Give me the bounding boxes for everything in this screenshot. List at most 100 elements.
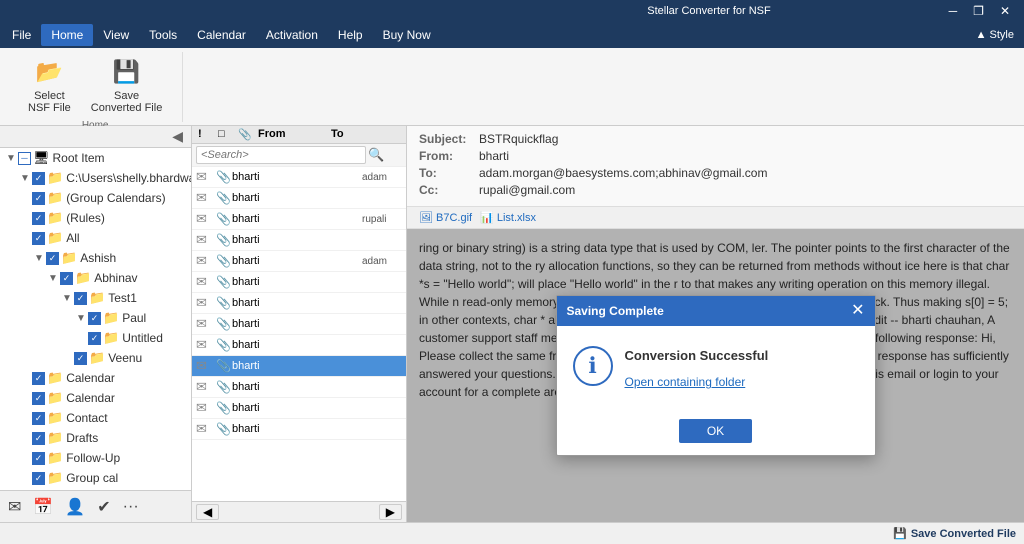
tree-item-followup[interactable]: ✓ 📁 Follow-Up bbox=[0, 448, 191, 468]
tree-item-group-calendars[interactable]: ✓ 📁 (Group Calendars) bbox=[0, 188, 191, 208]
message-search: 🔍 bbox=[192, 144, 406, 167]
open-folder-link[interactable]: Open containing folder bbox=[625, 375, 746, 389]
menu-calendar[interactable]: Calendar bbox=[187, 24, 256, 46]
folder-rules-icon: 📁 bbox=[47, 210, 63, 226]
tree-item-veenu[interactable]: ✓ 📁 Veenu bbox=[0, 348, 191, 368]
message-row[interactable]: ✉ 📎 bharti rupali bbox=[192, 209, 406, 230]
attach-icon: 📎 bbox=[216, 296, 232, 310]
tree-label-gc: (Group Calendars) bbox=[66, 191, 165, 205]
checkbox-veenu[interactable]: ✓ bbox=[74, 352, 87, 365]
message-row[interactable]: ✉ 📎 bharti bbox=[192, 293, 406, 314]
close-button[interactable]: ✕ bbox=[994, 0, 1016, 22]
subject-label: Subject: bbox=[419, 132, 479, 146]
tree-item-rules[interactable]: ✓ 📁 (Rules) bbox=[0, 208, 191, 228]
tree-item-path[interactable]: ▼ ✓ 📁 C:\Users\shelly.bhardwaj\Downl... bbox=[0, 168, 191, 188]
folder-tree[interactable]: ▼ ─ 🖥 Root Item ▼ ✓ 📁 C:\Users\shelly.bh… bbox=[0, 148, 191, 490]
checkbox-untitled[interactable]: ✓ bbox=[88, 332, 101, 345]
checkbox-abhinav[interactable]: ✓ bbox=[60, 272, 73, 285]
tree-item-paul[interactable]: ▼ ✓ 📁 Paul bbox=[0, 308, 191, 328]
style-button[interactable]: ▲ Style bbox=[968, 27, 1022, 43]
save-converted-file-button[interactable]: 💾 SaveConverted File bbox=[83, 52, 171, 118]
tree-item-ashish[interactable]: ▼ ✓ 📁 Ashish bbox=[0, 248, 191, 268]
tree-item-all[interactable]: ✓ 📁 All bbox=[0, 228, 191, 248]
search-input[interactable] bbox=[196, 146, 366, 164]
expand-paul: ▼ bbox=[74, 311, 88, 325]
calendar-nav-icon[interactable]: 📅 bbox=[31, 495, 55, 519]
message-row-selected[interactable]: ✉ 📎 bharti bbox=[192, 356, 406, 377]
checkbox-contact[interactable]: ✓ bbox=[32, 412, 45, 425]
scroll-left-button[interactable]: ◀ bbox=[196, 504, 219, 520]
dialog-close-button[interactable]: ✕ bbox=[851, 303, 864, 319]
checkbox-calendar2[interactable]: ✓ bbox=[32, 392, 45, 405]
checkbox-path[interactable]: ✓ bbox=[32, 172, 45, 185]
tree-item-root[interactable]: ▼ ─ 🖥 Root Item bbox=[0, 148, 191, 168]
message-row[interactable]: ✉ 📎 bharti bbox=[192, 377, 406, 398]
msg-from: bharti bbox=[232, 360, 362, 372]
msg-to: adam bbox=[362, 172, 402, 183]
dialog-ok-button[interactable]: OK bbox=[679, 419, 752, 443]
tree-toolbar: ◀ bbox=[0, 126, 191, 148]
tree-item-drafts[interactable]: ✓ 📁 Drafts bbox=[0, 428, 191, 448]
message-row[interactable]: ✉ 📎 bharti bbox=[192, 335, 406, 356]
folder-test1-icon: 📁 bbox=[89, 290, 105, 306]
tree-item-calendar1[interactable]: ✓ 📁 Calendar bbox=[0, 368, 191, 388]
mail-nav-icon[interactable]: ✉ bbox=[6, 495, 23, 519]
save-icon: 💾 bbox=[111, 56, 143, 88]
attach-icon: 📎 bbox=[216, 380, 232, 394]
message-row[interactable]: ✉ 📎 bharti bbox=[192, 398, 406, 419]
message-row[interactable]: ✉ 📎 bharti bbox=[192, 272, 406, 293]
checkbox-ashish[interactable]: ✓ bbox=[46, 252, 59, 265]
search-icon[interactable]: 🔍 bbox=[368, 147, 384, 163]
checkbox-gc[interactable]: ✓ bbox=[32, 192, 45, 205]
attach-icon: 📎 bbox=[216, 359, 232, 373]
menu-activation[interactable]: Activation bbox=[256, 24, 328, 46]
minimize-button[interactable]: ─ bbox=[943, 0, 964, 22]
select-nsf-file-button[interactable]: 📂 SelectNSF File bbox=[20, 52, 79, 118]
scroll-right-button[interactable]: ▶ bbox=[379, 504, 402, 520]
header-flag: ! bbox=[196, 128, 216, 141]
tree-item-groupcal[interactable]: ✓ 📁 Group cal bbox=[0, 468, 191, 488]
checkbox-paul[interactable]: ✓ bbox=[88, 312, 101, 325]
checkbox-rules[interactable]: ✓ bbox=[32, 212, 45, 225]
tree-item-abhinav[interactable]: ▼ ✓ 📁 Abhinav bbox=[0, 268, 191, 288]
checkbox-root[interactable]: ─ bbox=[18, 152, 31, 165]
save-converted-status-button[interactable]: 💾 Save Converted File bbox=[893, 527, 1016, 540]
header-attach: 📎 bbox=[236, 128, 256, 141]
msg-icon: ✉ bbox=[196, 316, 216, 332]
checkbox-calendar1[interactable]: ✓ bbox=[32, 372, 45, 385]
checkbox-drafts[interactable]: ✓ bbox=[32, 432, 45, 445]
tasks-nav-icon[interactable]: ✔ bbox=[95, 495, 112, 519]
save-converted-label: SaveConverted File bbox=[91, 90, 163, 114]
tree-item-contact[interactable]: ✓ 📁 Contact bbox=[0, 408, 191, 428]
tree-item-calendar2[interactable]: ✓ 📁 Calendar bbox=[0, 388, 191, 408]
to-value: adam.morgan@baesystems.com;abhinav@gmail… bbox=[479, 166, 767, 180]
restore-button[interactable]: ❐ bbox=[967, 0, 990, 22]
checkbox-groupcal[interactable]: ✓ bbox=[32, 472, 45, 485]
msg-to: rupali bbox=[362, 214, 402, 225]
menu-view[interactable]: View bbox=[93, 24, 139, 46]
checkbox-all[interactable]: ✓ bbox=[32, 232, 45, 245]
menu-buy-now[interactable]: Buy Now bbox=[373, 24, 441, 46]
message-row[interactable]: ✉ 📎 bharti bbox=[192, 188, 406, 209]
menu-home[interactable]: Home bbox=[41, 24, 93, 46]
contacts-nav-icon[interactable]: 👤 bbox=[63, 495, 87, 519]
attachment-gif[interactable]: 🖼 B7C.gif bbox=[419, 211, 472, 224]
from-field: From: bharti bbox=[419, 149, 1012, 163]
collapse-button[interactable]: ◀ bbox=[168, 128, 187, 145]
checkbox-followup[interactable]: ✓ bbox=[32, 452, 45, 465]
attach-icon: 📎 bbox=[216, 338, 232, 352]
message-row[interactable]: ✉ 📎 bharti bbox=[192, 419, 406, 440]
attachment-xlsx[interactable]: 📊 List.xlsx bbox=[480, 211, 536, 224]
message-row[interactable]: ✉ 📎 bharti adam bbox=[192, 167, 406, 188]
menu-tools[interactable]: Tools bbox=[139, 24, 187, 46]
more-nav-icon[interactable]: ··· bbox=[121, 496, 141, 518]
tree-item-test1[interactable]: ▼ ✓ 📁 Test1 bbox=[0, 288, 191, 308]
checkbox-test1[interactable]: ✓ bbox=[74, 292, 87, 305]
message-row[interactable]: ✉ 📎 bharti bbox=[192, 314, 406, 335]
menu-file[interactable]: File bbox=[2, 24, 41, 46]
tree-label-rules: (Rules) bbox=[66, 211, 105, 225]
tree-item-untitled[interactable]: ✓ 📁 Untitled bbox=[0, 328, 191, 348]
message-row[interactable]: ✉ 📎 bharti bbox=[192, 230, 406, 251]
menu-help[interactable]: Help bbox=[328, 24, 373, 46]
message-row[interactable]: ✉ 📎 bharti adam bbox=[192, 251, 406, 272]
